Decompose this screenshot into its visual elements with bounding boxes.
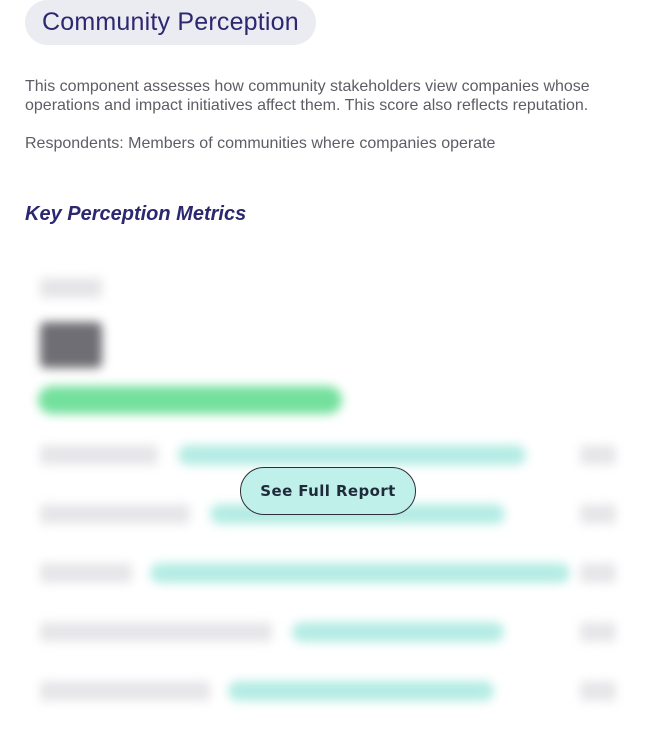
metric-value — [580, 445, 616, 465]
metric-label — [40, 681, 210, 701]
overall-score-label — [40, 278, 102, 298]
metric-label — [40, 622, 272, 642]
metric-label — [40, 445, 158, 465]
metric-bar — [150, 563, 570, 583]
metric-value — [580, 622, 616, 642]
metric-row — [38, 559, 622, 587]
overall-score-bar — [38, 386, 348, 414]
metric-bar — [292, 622, 572, 642]
metric-value — [580, 504, 616, 524]
metric-value — [580, 563, 616, 583]
metric-bar-fill — [150, 563, 570, 583]
metric-bar — [228, 681, 562, 701]
metric-bar — [178, 445, 562, 465]
metric-row — [38, 677, 622, 705]
metric-row — [38, 441, 622, 469]
metric-bar-fill — [228, 681, 495, 701]
metric-bar-fill — [292, 622, 504, 642]
metric-label — [40, 563, 132, 583]
overall-score-fill — [38, 386, 342, 414]
metric-value — [580, 681, 616, 701]
overall-score-value — [40, 322, 102, 368]
metric-bar-fill — [178, 445, 526, 465]
blurred-metrics-preview — [0, 0, 656, 746]
metric-label — [40, 504, 190, 524]
metric-row — [38, 618, 622, 646]
see-full-report-button[interactable]: See Full Report — [240, 467, 416, 515]
